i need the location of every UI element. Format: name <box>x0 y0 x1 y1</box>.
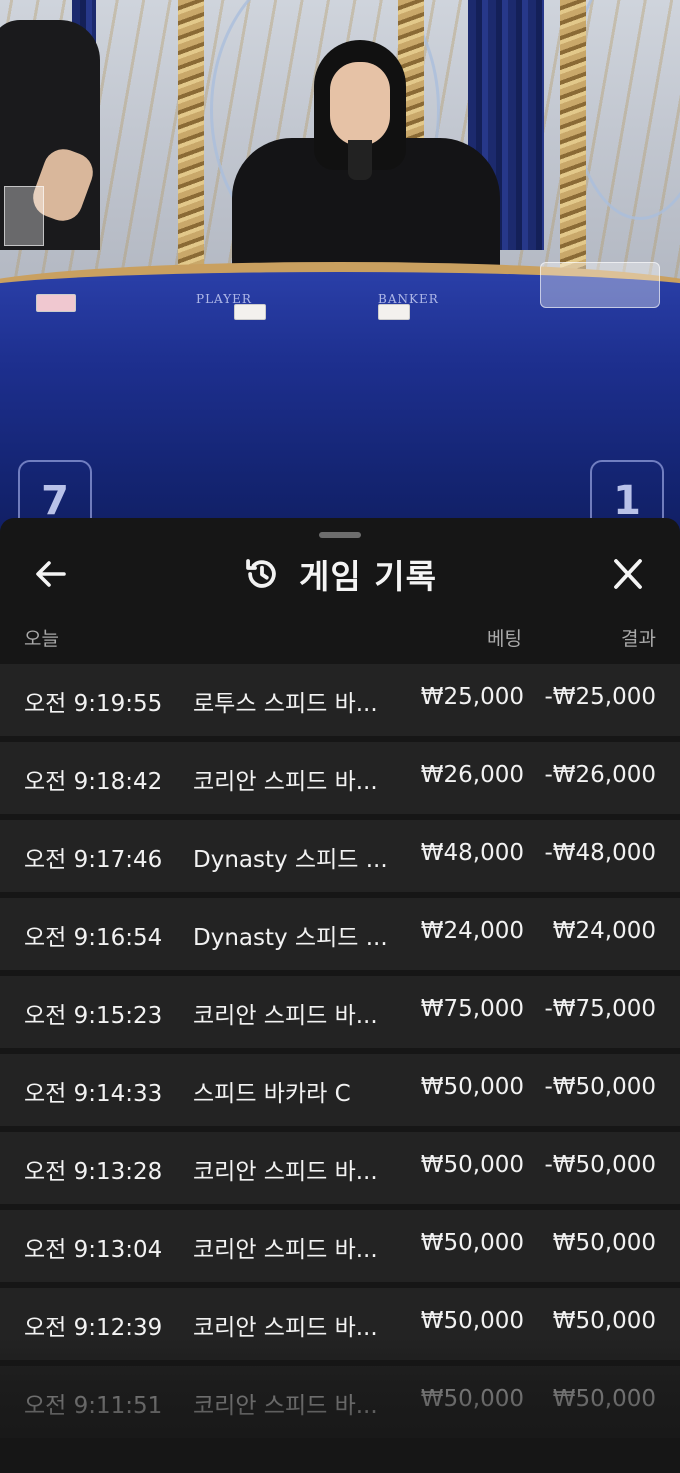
row-result: ₩50,000 <box>552 1386 656 1412</box>
row-game: 스피드 바카라 C <box>193 1081 351 1107</box>
card-shoe <box>540 262 660 308</box>
player-cards <box>234 304 266 320</box>
result-header: 결과 <box>621 628 656 650</box>
row-time: 오전 9:12:39 <box>24 1315 163 1341</box>
row-time: 오전 9:13:28 <box>24 1159 163 1185</box>
row-time: 오전 9:15:23 <box>24 1003 163 1029</box>
live-video-feed: PLAYER BANKER 7 1 <box>0 0 680 560</box>
row-result: -₩26,000 <box>544 762 656 788</box>
gold-pillar <box>560 0 586 270</box>
history-row[interactable]: 오전 9:13:04 코리안 스피드 바... ₩50,000 ₩50,000 <box>0 1210 680 1282</box>
row-result: ₩50,000 <box>552 1308 656 1334</box>
row-time: 오전 9:16:54 <box>24 925 163 951</box>
bet-header: 베팅 <box>487 628 522 650</box>
row-bet: ₩50,000 <box>420 1308 524 1334</box>
row-result: ₩24,000 <box>552 918 656 944</box>
title-group: 게임 기록 <box>0 538 680 610</box>
history-row[interactable]: 오전 9:17:46 Dynasty 스피드 ... ₩48,000 -₩48,… <box>0 820 680 892</box>
sheet-header: 게임 기록 <box>0 538 680 610</box>
column-headers: 오늘 베팅 결과 <box>0 624 680 652</box>
row-game: 로투스 스피드 바... <box>193 691 378 717</box>
day-header: 오늘 <box>24 628 59 650</box>
game-history-sheet: 게임 기록 오늘 베팅 결과 오전 9:19:55 로투스 스피드 바... ₩… <box>0 518 680 1473</box>
history-icon <box>246 559 276 588</box>
row-result: -₩25,000 <box>544 684 656 710</box>
row-result: -₩75,000 <box>544 996 656 1022</box>
row-time: 오전 9:14:33 <box>24 1081 163 1107</box>
row-bet: ₩48,000 <box>420 840 524 866</box>
history-row[interactable]: 오전 9:19:55 로투스 스피드 바... ₩25,000 -₩25,000 <box>0 664 680 736</box>
row-bet: ₩50,000 <box>420 1230 524 1256</box>
row-game: 코리안 스피드 바... <box>193 1393 378 1419</box>
back-button[interactable] <box>30 556 74 592</box>
history-row[interactable]: 오전 9:16:54 Dynasty 스피드 ... ₩24,000 ₩24,0… <box>0 898 680 970</box>
discard-cards <box>36 294 76 312</box>
row-time: 오전 9:17:46 <box>24 847 163 873</box>
row-result: -₩50,000 <box>544 1152 656 1178</box>
sheet-title: 게임 기록 <box>299 557 437 596</box>
row-bet: ₩26,000 <box>420 762 524 788</box>
row-bet: ₩24,000 <box>420 918 524 944</box>
row-result: -₩50,000 <box>544 1074 656 1100</box>
gold-pillar <box>178 0 204 270</box>
card-holder <box>4 186 44 246</box>
arrow-left-icon <box>36 561 66 587</box>
dealer <box>232 36 500 278</box>
row-bet: ₩50,000 <box>420 1074 524 1100</box>
history-row[interactable]: 오전 9:14:33 스피드 바카라 C ₩50,000 -₩50,000 <box>0 1054 680 1126</box>
row-time: 오전 9:13:04 <box>24 1237 163 1263</box>
history-row[interactable]: 오전 9:12:39 코리안 스피드 바... ₩50,000 ₩50,000 <box>0 1288 680 1360</box>
row-bet: ₩75,000 <box>420 996 524 1022</box>
row-game: Dynasty 스피드 ... <box>193 925 388 951</box>
banker-cards <box>378 304 410 320</box>
row-result: -₩48,000 <box>544 840 656 866</box>
row-game: 코리안 스피드 바... <box>193 1237 378 1263</box>
row-result: ₩50,000 <box>552 1230 656 1256</box>
history-row[interactable]: 오전 9:15:23 코리안 스피드 바... ₩75,000 -₩75,000 <box>0 976 680 1048</box>
close-button[interactable] <box>606 556 650 592</box>
row-game: 코리안 스피드 바... <box>193 769 378 795</box>
row-game: Dynasty 스피드 ... <box>193 847 388 873</box>
row-bet: ₩25,000 <box>420 684 524 710</box>
row-bet: ₩50,000 <box>420 1152 524 1178</box>
row-time: 오전 9:11:51 <box>24 1393 163 1419</box>
row-time: 오전 9:19:55 <box>24 691 163 717</box>
history-row[interactable]: 오전 9:11:51 코리안 스피드 바... ₩50,000 ₩50,000 <box>0 1366 680 1438</box>
row-game: 코리안 스피드 바... <box>193 1159 378 1185</box>
row-game: 코리안 스피드 바... <box>193 1315 378 1341</box>
history-row[interactable]: 오전 9:13:28 코리안 스피드 바... ₩50,000 -₩50,000 <box>0 1132 680 1204</box>
history-list: 오전 9:19:55 로투스 스피드 바... ₩25,000 -₩25,000… <box>0 664 680 1444</box>
close-icon <box>614 559 642 589</box>
row-time: 오전 9:18:42 <box>24 769 163 795</box>
history-row[interactable]: 오전 9:18:42 코리안 스피드 바... ₩26,000 -₩26,000 <box>0 742 680 814</box>
row-bet: ₩50,000 <box>420 1386 524 1412</box>
row-game: 코리안 스피드 바... <box>193 1003 378 1029</box>
